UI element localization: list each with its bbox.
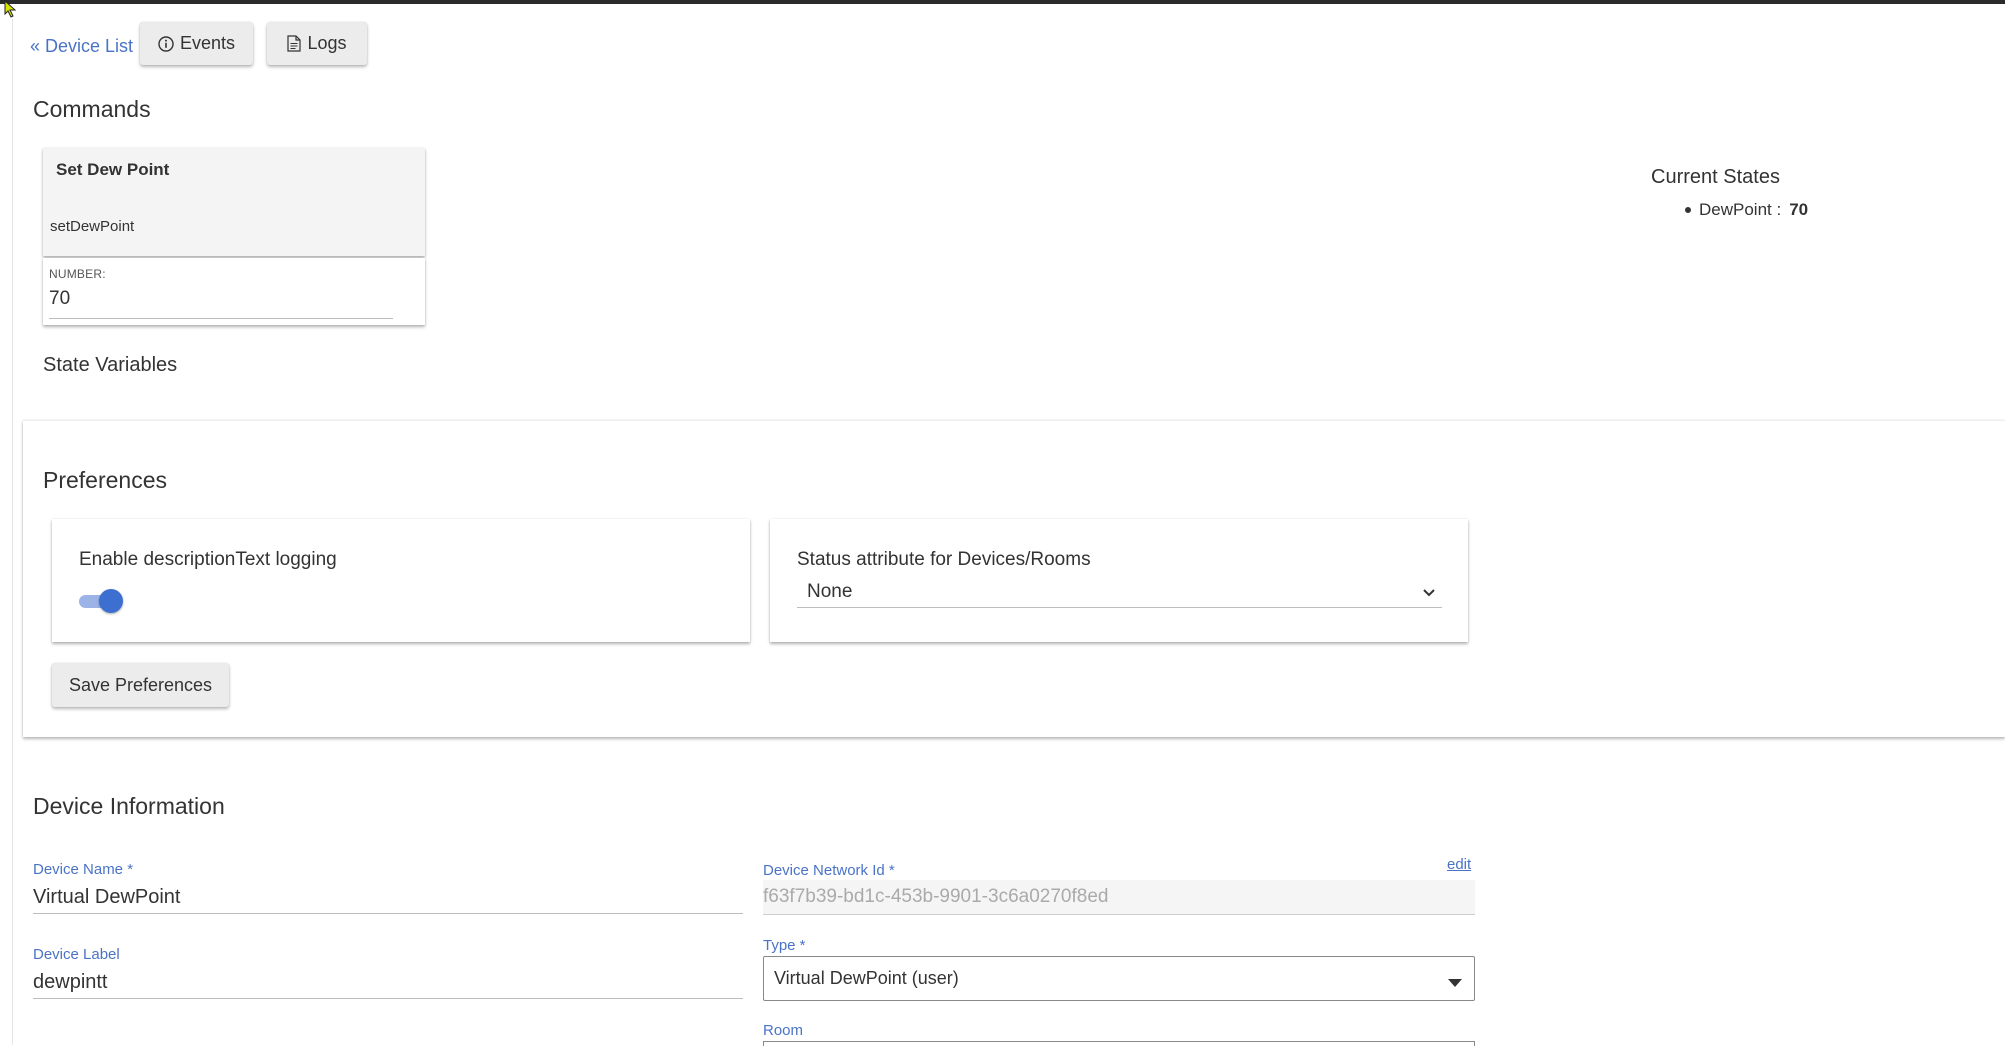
logging-toggle[interactable] — [79, 589, 123, 613]
events-button-label: Events — [179, 33, 236, 53]
state-variables-heading: State Variables — [43, 354, 178, 376]
network-id-value: f63f7b39-bd1c-453b-9901-3c6a0270f8ed — [763, 886, 1109, 907]
command-param-card: NUMBER: 70 — [43, 258, 425, 325]
bullet-icon — [1685, 207, 1691, 213]
device-info-heading: Device Information — [33, 793, 225, 819]
logging-pref-card: Enable descriptionText logging — [52, 519, 750, 642]
chevron-down-icon — [1422, 585, 1436, 603]
type-select[interactable]: Virtual DewPoint (user) — [763, 956, 1475, 1001]
command-card[interactable]: Set Dew Point setDewPoint — [43, 148, 425, 256]
toggle-thumb — [99, 589, 123, 613]
device-list-link[interactable]: « Device List — [30, 36, 133, 57]
number-param-label: NUMBER: — [49, 267, 106, 281]
device-label-underline — [33, 998, 743, 999]
logging-pref-label: Enable descriptionText logging — [79, 549, 337, 570]
device-label-input[interactable]: dewpintt — [33, 971, 108, 994]
device-name-label: Device Name * — [33, 861, 134, 878]
mouse-cursor-icon — [4, 0, 18, 18]
status-attr-label: Status attribute for Devices/Rooms — [797, 549, 1091, 570]
network-id-edit-link[interactable]: edit — [1447, 856, 1471, 873]
number-param-underline — [49, 318, 393, 319]
current-state-item: DewPoint : 70 — [1685, 200, 1808, 220]
logs-button[interactable]: Logs — [267, 22, 367, 65]
type-value: Virtual DewPoint (user) — [774, 968, 959, 988]
type-label: Type * — [763, 937, 806, 954]
document-icon — [287, 35, 302, 52]
save-preferences-button[interactable]: Save Preferences — [52, 663, 229, 707]
room-select[interactable] — [763, 1041, 1475, 1046]
command-method: setDewPoint — [50, 218, 135, 235]
current-state-value: 70 — [1789, 200, 1809, 219]
current-state-name: DewPoint : — [1699, 200, 1782, 219]
number-param-input[interactable]: 70 — [49, 288, 70, 310]
device-label-label: Device Label — [33, 946, 120, 963]
status-attr-pref-card: Status attribute for Devices/Rooms None — [770, 519, 1468, 642]
network-id-field: f63f7b39-bd1c-453b-9901-3c6a0270f8ed — [763, 880, 1475, 915]
logs-button-label: Logs — [307, 33, 347, 53]
caret-down-icon — [1448, 974, 1462, 992]
page-left-rule — [12, 18, 13, 1045]
preferences-panel: Preferences Enable descriptionText loggi… — [23, 420, 2005, 737]
command-title: Set Dew Point — [56, 160, 170, 179]
events-button[interactable]: Events — [140, 22, 253, 65]
status-attr-select[interactable]: None — [797, 577, 1442, 608]
preferences-heading: Preferences — [43, 467, 168, 493]
info-icon — [158, 35, 174, 52]
current-states-heading: Current States — [1651, 166, 1780, 188]
network-id-label: Device Network Id * — [763, 862, 895, 879]
commands-heading: Commands — [33, 96, 151, 122]
room-label: Room — [763, 1022, 804, 1039]
device-name-underline — [33, 913, 743, 914]
top-bar — [0, 0, 2005, 4]
status-attr-value: None — [807, 581, 853, 602]
device-name-input[interactable]: Virtual DewPoint — [33, 886, 180, 909]
